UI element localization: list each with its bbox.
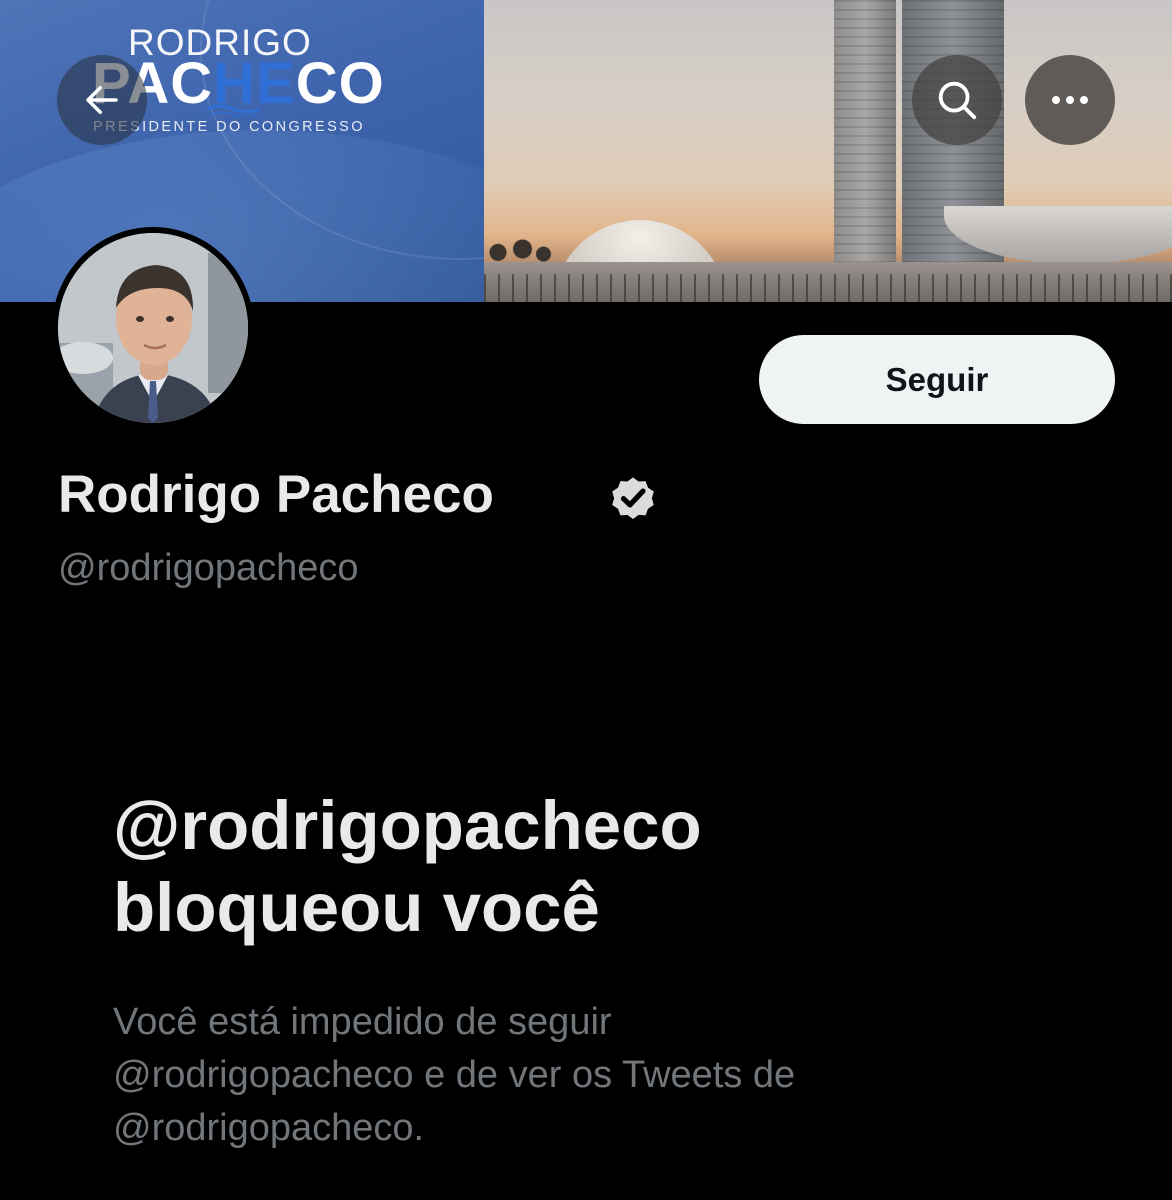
blocked-title-line1: @rodrigopacheco	[113, 787, 702, 864]
blocked-desc-line2: @rodrigopacheco e de ver os Tweets de	[113, 1054, 796, 1096]
more-options-button[interactable]	[1025, 55, 1115, 145]
profile-page: RODRIGO PACHECO PRESIDENTE DO CONGRESSO	[0, 0, 1172, 1200]
verified-badge-icon	[612, 477, 654, 520]
arrow-left-icon	[86, 86, 118, 114]
profile-display-name: Rodrigo Pacheco	[58, 465, 494, 524]
blocked-notice-description: Você está impedido de seguir @rodrigopac…	[113, 996, 1033, 1155]
blocked-notice-title: @rodrigopacheco bloqueou você	[113, 785, 1013, 949]
blocked-title-line2: bloqueou você	[113, 869, 600, 946]
congress-tower-left	[834, 0, 896, 270]
follow-button[interactable]: Seguir	[759, 335, 1115, 424]
search-icon	[938, 81, 977, 120]
profile-avatar[interactable]	[52, 227, 254, 429]
brand-wave-mark	[206, 104, 260, 117]
back-button[interactable]	[57, 55, 147, 145]
search-button[interactable]	[912, 55, 1002, 145]
banner-congress-photo	[484, 0, 1172, 302]
avatar-portrait	[58, 233, 248, 423]
more-horizontal-icon	[1052, 96, 1088, 104]
avatar-photo	[58, 233, 248, 423]
congress-building	[484, 262, 1172, 302]
profile-handle: @rodrigopacheco	[58, 547, 359, 589]
blocked-desc-line3: @rodrigopacheco.	[113, 1107, 425, 1149]
blocked-desc-line1: Você está impedido de seguir	[113, 1001, 612, 1043]
banner-brand-panel: RODRIGO PACHECO PRESIDENTE DO CONGRESSO	[0, 0, 484, 302]
